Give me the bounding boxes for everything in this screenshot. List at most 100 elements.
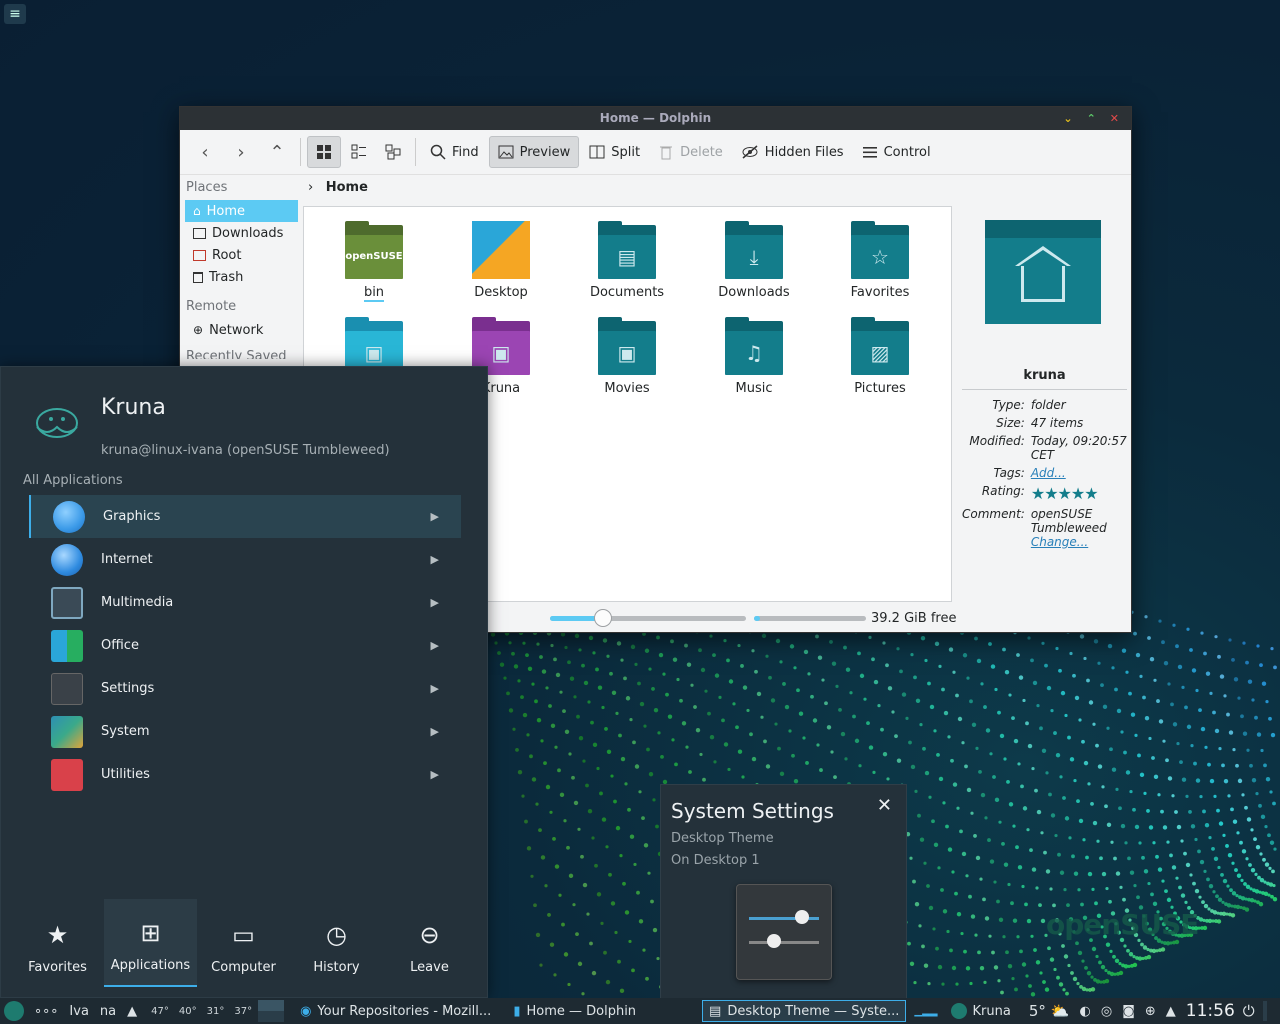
weather-widget[interactable]: 5° ⛅ xyxy=(1029,1002,1070,1020)
audio-icon[interactable]: ◐ xyxy=(1080,1004,1091,1019)
file-item[interactable]: Desktop xyxy=(441,221,561,300)
compact-view-button[interactable] xyxy=(343,136,375,168)
add-tags-link[interactable]: Add... xyxy=(1031,466,1066,480)
file-item[interactable]: ⤓ Downloads xyxy=(694,221,814,300)
place-root[interactable]: Root xyxy=(185,244,298,266)
show-desktop-button[interactable] xyxy=(1262,1001,1267,1021)
rating-stars[interactable]: ★★★★★ xyxy=(1031,484,1099,503)
digital-clock[interactable]: 11:56 xyxy=(1186,1001,1235,1021)
trash-icon xyxy=(660,146,673,160)
task-dolphin[interactable]: ▮ Home — Dolphin xyxy=(507,1000,642,1022)
maximize-button[interactable]: ⌃ xyxy=(1087,107,1096,130)
chevron-up-icon: ⌃ xyxy=(269,141,285,163)
place-trash[interactable]: Trash xyxy=(185,266,298,288)
icons-view-button[interactable] xyxy=(307,136,341,168)
close-button[interactable]: ✕ xyxy=(1110,107,1119,130)
compact-list-icon xyxy=(351,144,366,159)
category-settings[interactable]: Settings ▶ xyxy=(29,667,461,710)
temperature: 31° xyxy=(206,1005,225,1017)
delete-button[interactable]: Delete xyxy=(650,136,731,168)
file-item[interactable]: openSUSE bin xyxy=(314,221,434,302)
user-switcher[interactable]: Kruna xyxy=(951,1003,1011,1019)
info-metadata-table: Type: folder Size: 47 items Modified: Today… xyxy=(962,396,1127,551)
category-graphics[interactable]: Graphics ▶ xyxy=(29,495,461,538)
places-panel: Places ⌂ Home Downloads Root Trash Remot… xyxy=(180,175,302,359)
eye-slash-icon xyxy=(742,145,758,159)
file-item[interactable]: ▣ Movies xyxy=(567,317,687,396)
temperature: 37° xyxy=(234,1005,253,1017)
file-item[interactable]: ▨ Pictures xyxy=(820,317,940,396)
zoom-slider-handle[interactable] xyxy=(593,608,612,627)
breadcrumb-home[interactable]: Home xyxy=(326,180,368,195)
notification-body: Desktop Theme xyxy=(671,831,774,846)
category-system[interactable]: System ▶ xyxy=(29,710,461,753)
grid-icon: ⊞ xyxy=(140,919,161,947)
file-item[interactable]: ▤ Documents xyxy=(567,221,687,300)
media-icon[interactable]: ◎ xyxy=(1101,1004,1112,1019)
back-button[interactable]: ‹ xyxy=(188,136,222,168)
find-button[interactable]: Find xyxy=(422,136,487,168)
category-internet[interactable]: Internet ▶ xyxy=(29,538,461,581)
desktop-menu-button[interactable]: ≡ xyxy=(4,4,26,24)
breadcrumb[interactable]: › Home xyxy=(304,175,368,201)
tab-favorites[interactable]: ★ Favorites xyxy=(11,899,104,987)
file-item[interactable]: ♫ Music xyxy=(694,317,814,396)
tab-leave[interactable]: ⊖ Leave xyxy=(383,899,476,987)
task-label: Home — Dolphin xyxy=(526,1003,637,1019)
update-icon[interactable]: ⊕ xyxy=(1145,1004,1156,1019)
application-launcher: Kruna kruna@linux-ivana (openSUSE Tumble… xyxy=(0,366,488,998)
control-label: Control xyxy=(883,144,931,160)
tab-history[interactable]: ◷ History xyxy=(290,899,383,987)
split-button[interactable]: Split xyxy=(581,136,648,168)
task-label: Desktop Theme — Syste... xyxy=(727,1003,900,1019)
chevron-right-icon: ▶ xyxy=(430,682,439,695)
activity-label: Iva xyxy=(69,1003,89,1019)
activity-switcher[interactable]: ∘∘∘ Iva na ▲ xyxy=(34,1004,137,1019)
up-button[interactable]: ⌃ xyxy=(260,136,294,168)
minimize-button[interactable]: ⌄ xyxy=(1063,107,1072,130)
chevron-right-icon: › xyxy=(237,141,245,163)
forward-button[interactable]: › xyxy=(224,136,258,168)
settings-icon xyxy=(51,672,83,705)
hidden-files-button[interactable]: Hidden Files xyxy=(733,136,852,168)
category-office[interactable]: Office ▶ xyxy=(29,624,461,667)
zoom-slider[interactable] xyxy=(550,608,746,627)
window-titlebar[interactable]: Home — Dolphin ⌄ ⌃ ✕ xyxy=(180,107,1131,130)
tray-expand-icon[interactable]: ▲ xyxy=(1166,1004,1176,1019)
office-icon xyxy=(51,629,83,662)
tree-icon xyxy=(385,144,401,160)
file-item[interactable]: ☆ Favorites xyxy=(820,221,940,300)
chevron-right-icon: ▶ xyxy=(430,639,439,652)
folder-red-icon xyxy=(193,249,206,261)
settings-sliders-icon xyxy=(736,884,832,980)
task-system-settings[interactable]: ▤ Desktop Theme — Syste... xyxy=(702,1000,907,1022)
tab-computer[interactable]: ▭ Computer xyxy=(197,899,290,987)
file-name: Desktop xyxy=(474,285,528,300)
stop-icon[interactable]: ◙ xyxy=(1122,1004,1135,1019)
preview-button[interactable]: Preview xyxy=(488,136,580,168)
opensuse-watermark: openSUSE xyxy=(1046,908,1199,941)
control-menu-button[interactable]: Control xyxy=(854,136,939,168)
pager[interactable] xyxy=(258,1000,285,1022)
place-downloads[interactable]: Downloads xyxy=(185,222,298,244)
application-launcher-button[interactable] xyxy=(4,1001,24,1021)
statusbar: 39.2 GiB free xyxy=(480,607,1130,629)
bars-icon: ▁▂▂ xyxy=(914,1005,938,1017)
firefox-icon: ◉ xyxy=(300,1003,312,1019)
place-network[interactable]: ⊕ Network xyxy=(185,319,298,341)
task-firefox[interactable]: ◉ Your Repositories - Mozill... xyxy=(294,1000,497,1022)
tab-applications[interactable]: ⊞ Applications xyxy=(104,899,197,987)
place-home[interactable]: ⌂ Home xyxy=(185,200,298,222)
category-utilities[interactable]: Utilities ▶ xyxy=(29,753,461,796)
settings-icon: ▤ xyxy=(709,1003,722,1019)
file-name: Music xyxy=(735,381,773,396)
window-title: Home — Dolphin xyxy=(599,111,712,125)
category-multimedia[interactable]: Multimedia ▶ xyxy=(29,581,461,624)
change-comment-link[interactable]: Change... xyxy=(1031,535,1088,549)
close-icon[interactable]: ✕ xyxy=(877,795,892,816)
chevron-right-icon: › xyxy=(308,180,314,195)
power-button[interactable]: ⏻ xyxy=(1243,1002,1255,1020)
details-view-button[interactable] xyxy=(377,136,409,168)
file-name: Pictures xyxy=(854,381,906,396)
file-name: Documents xyxy=(589,285,665,300)
